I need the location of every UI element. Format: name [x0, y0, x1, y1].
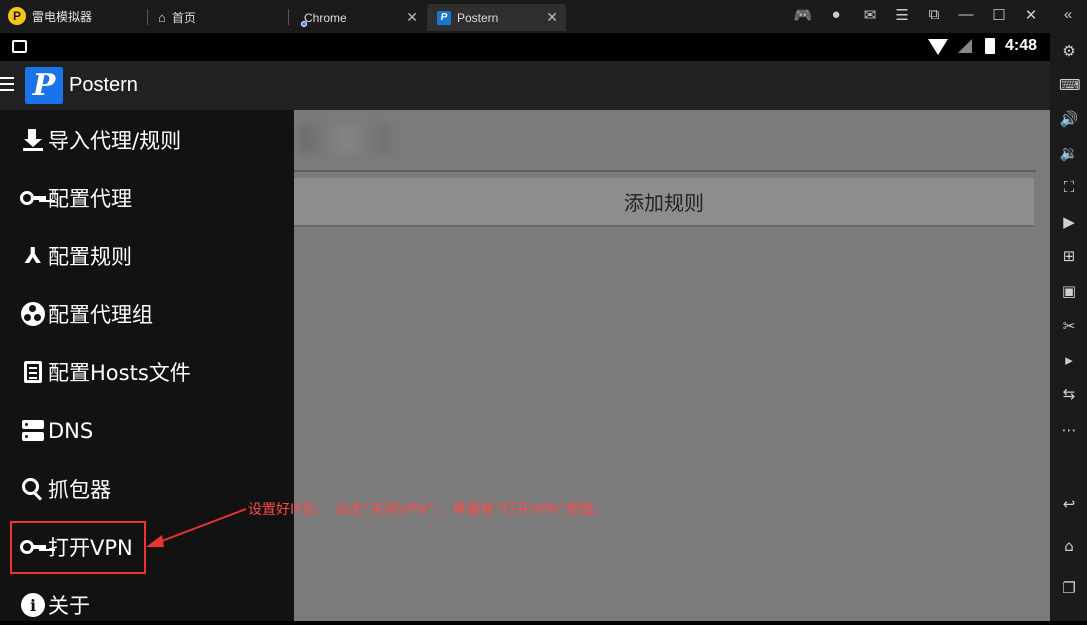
tab-close-icon[interactable]: ✕ — [406, 9, 418, 26]
app-bar: P Postern — [0, 61, 1050, 110]
drawer-item-config-proxy[interactable]: 配置代理 — [20, 178, 132, 218]
drawer-item-label: 关于 — [48, 594, 90, 618]
keyboard-icon[interactable]: ⌨ — [1059, 75, 1081, 95]
tab-separator — [288, 9, 289, 25]
emulator-side-toolbar: ⚙ ⌨ 🔊 🔉 ⛶ ▶ ⊞ ▣ ✂ ▸ ⇆ ⋯ ↩ ⌂ ❐ — [1050, 33, 1087, 621]
search-icon — [20, 476, 46, 502]
tab-separator — [147, 9, 148, 25]
scissors-icon[interactable]: ✂ — [1059, 316, 1079, 336]
back-icon[interactable]: ↩ — [1059, 494, 1079, 514]
restore-window-icon[interactable]: ⧉ — [924, 6, 944, 23]
annotation-arrow — [146, 508, 247, 547]
drawer-item-packet-capture[interactable]: 抓包器 — [20, 469, 111, 509]
status-time: 4:48 — [1005, 37, 1038, 54]
drawer-item-label: 配置Hosts文件 — [48, 361, 191, 385]
maximize-icon[interactable]: ☐ — [989, 6, 1009, 24]
screenshot-icon[interactable]: ⛶ — [1059, 177, 1079, 197]
record-icon[interactable]: ▶ — [1059, 212, 1079, 232]
mail-icon[interactable]: ✉ — [860, 6, 880, 24]
emulator-logo-icon: P — [8, 7, 26, 25]
hamburger-menu-icon[interactable] — [0, 77, 14, 93]
sync-icon[interactable]: ⇆ — [1059, 384, 1079, 404]
annotation-text: 设置好IP后， 点击“关闭VPN”， 再重新“打开VPN”按钮。 — [248, 502, 608, 518]
recent-apps-icon[interactable]: ❐ — [1059, 578, 1079, 598]
android-status-bar: 4:48 — [0, 33, 1050, 61]
dns-icon — [20, 418, 46, 444]
settings-icon[interactable]: ⚙ — [1059, 41, 1079, 61]
tab-home-label: 首页 — [171, 11, 196, 25]
tab-home[interactable]: ⌂ 首页 — [158, 4, 288, 31]
drawer-item-label: 配置代理 — [48, 187, 132, 211]
image-notification-icon — [12, 40, 27, 53]
drawer-item-import[interactable]: 导入代理/规则 — [20, 120, 181, 160]
info-icon: i — [20, 592, 46, 618]
drawer-item-label: DNS — [48, 419, 94, 443]
drawer-item-label: 抓包器 — [48, 478, 111, 502]
more-icon[interactable]: ⋯ — [1059, 420, 1079, 440]
tab-chrome-label: Chrome — [304, 10, 347, 25]
signal-icon — [958, 39, 972, 53]
file-icon — [20, 359, 46, 385]
menu-icon[interactable]: ☰ — [892, 6, 912, 24]
video-icon[interactable]: ▸ — [1059, 350, 1079, 370]
add-rule-button[interactable]: 添加规则 — [294, 178, 1034, 227]
drawer-item-dns[interactable]: DNS — [20, 411, 93, 451]
home-nav-icon[interactable]: ⌂ — [1059, 536, 1079, 556]
drawer-item-config-proxy-group[interactable]: 配置代理组 — [20, 294, 153, 334]
fork-icon: ⅄ — [24, 243, 42, 269]
collapse-sidebar-icon[interactable]: « — [1058, 6, 1078, 23]
group-icon — [20, 301, 46, 327]
minimize-icon[interactable]: — — [956, 6, 976, 23]
divider — [294, 170, 1036, 172]
emulator-app-name: 雷电模拟器 — [32, 9, 93, 24]
tab-close-icon[interactable]: ✕ — [546, 9, 558, 26]
volume-down-icon[interactable]: 🔉 — [1059, 143, 1079, 163]
home-icon: ⌂ — [158, 10, 166, 25]
postern-logo-icon: P — [25, 67, 63, 104]
postern-icon: P — [437, 10, 451, 25]
tab-postern[interactable]: P Postern ✕ — [427, 4, 566, 31]
multi-window-icon[interactable]: ⊞ — [1059, 246, 1079, 266]
vpn-highlight-box — [10, 521, 146, 574]
account-icon[interactable]: ● — [826, 6, 846, 23]
key-icon — [20, 185, 46, 211]
close-icon[interactable]: ✕ — [1021, 6, 1041, 24]
app-title: Postern — [69, 74, 138, 96]
emulator-brand: P 雷电模拟器 — [8, 7, 92, 25]
drawer-item-config-hosts[interactable]: 配置Hosts文件 — [20, 352, 191, 392]
blurred-text — [300, 124, 390, 154]
battery-icon — [985, 38, 995, 54]
emulator-titlebar: P 雷电模拟器 ⌂ 首页 Chrome ✕ P Postern ✕ 🎮 ● ✉ … — [0, 0, 1087, 33]
drawer-item-config-rules[interactable]: ⅄ 配置规则 — [20, 236, 132, 276]
wifi-icon — [928, 39, 948, 55]
gamepad-icon[interactable]: 🎮 — [793, 6, 813, 24]
drawer-item-label: 导入代理/规则 — [48, 129, 182, 153]
download-icon — [20, 127, 46, 153]
apk-install-icon[interactable]: ▣ — [1059, 281, 1079, 301]
drawer-item-label: 配置代理组 — [48, 303, 153, 327]
drawer-item-label: 配置规则 — [48, 245, 132, 269]
volume-up-icon[interactable]: 🔊 — [1059, 109, 1079, 129]
tab-chrome[interactable]: Chrome ✕ — [298, 4, 426, 31]
drawer-item-about[interactable]: i 关于 — [20, 585, 90, 625]
tab-postern-label: Postern — [457, 10, 499, 25]
